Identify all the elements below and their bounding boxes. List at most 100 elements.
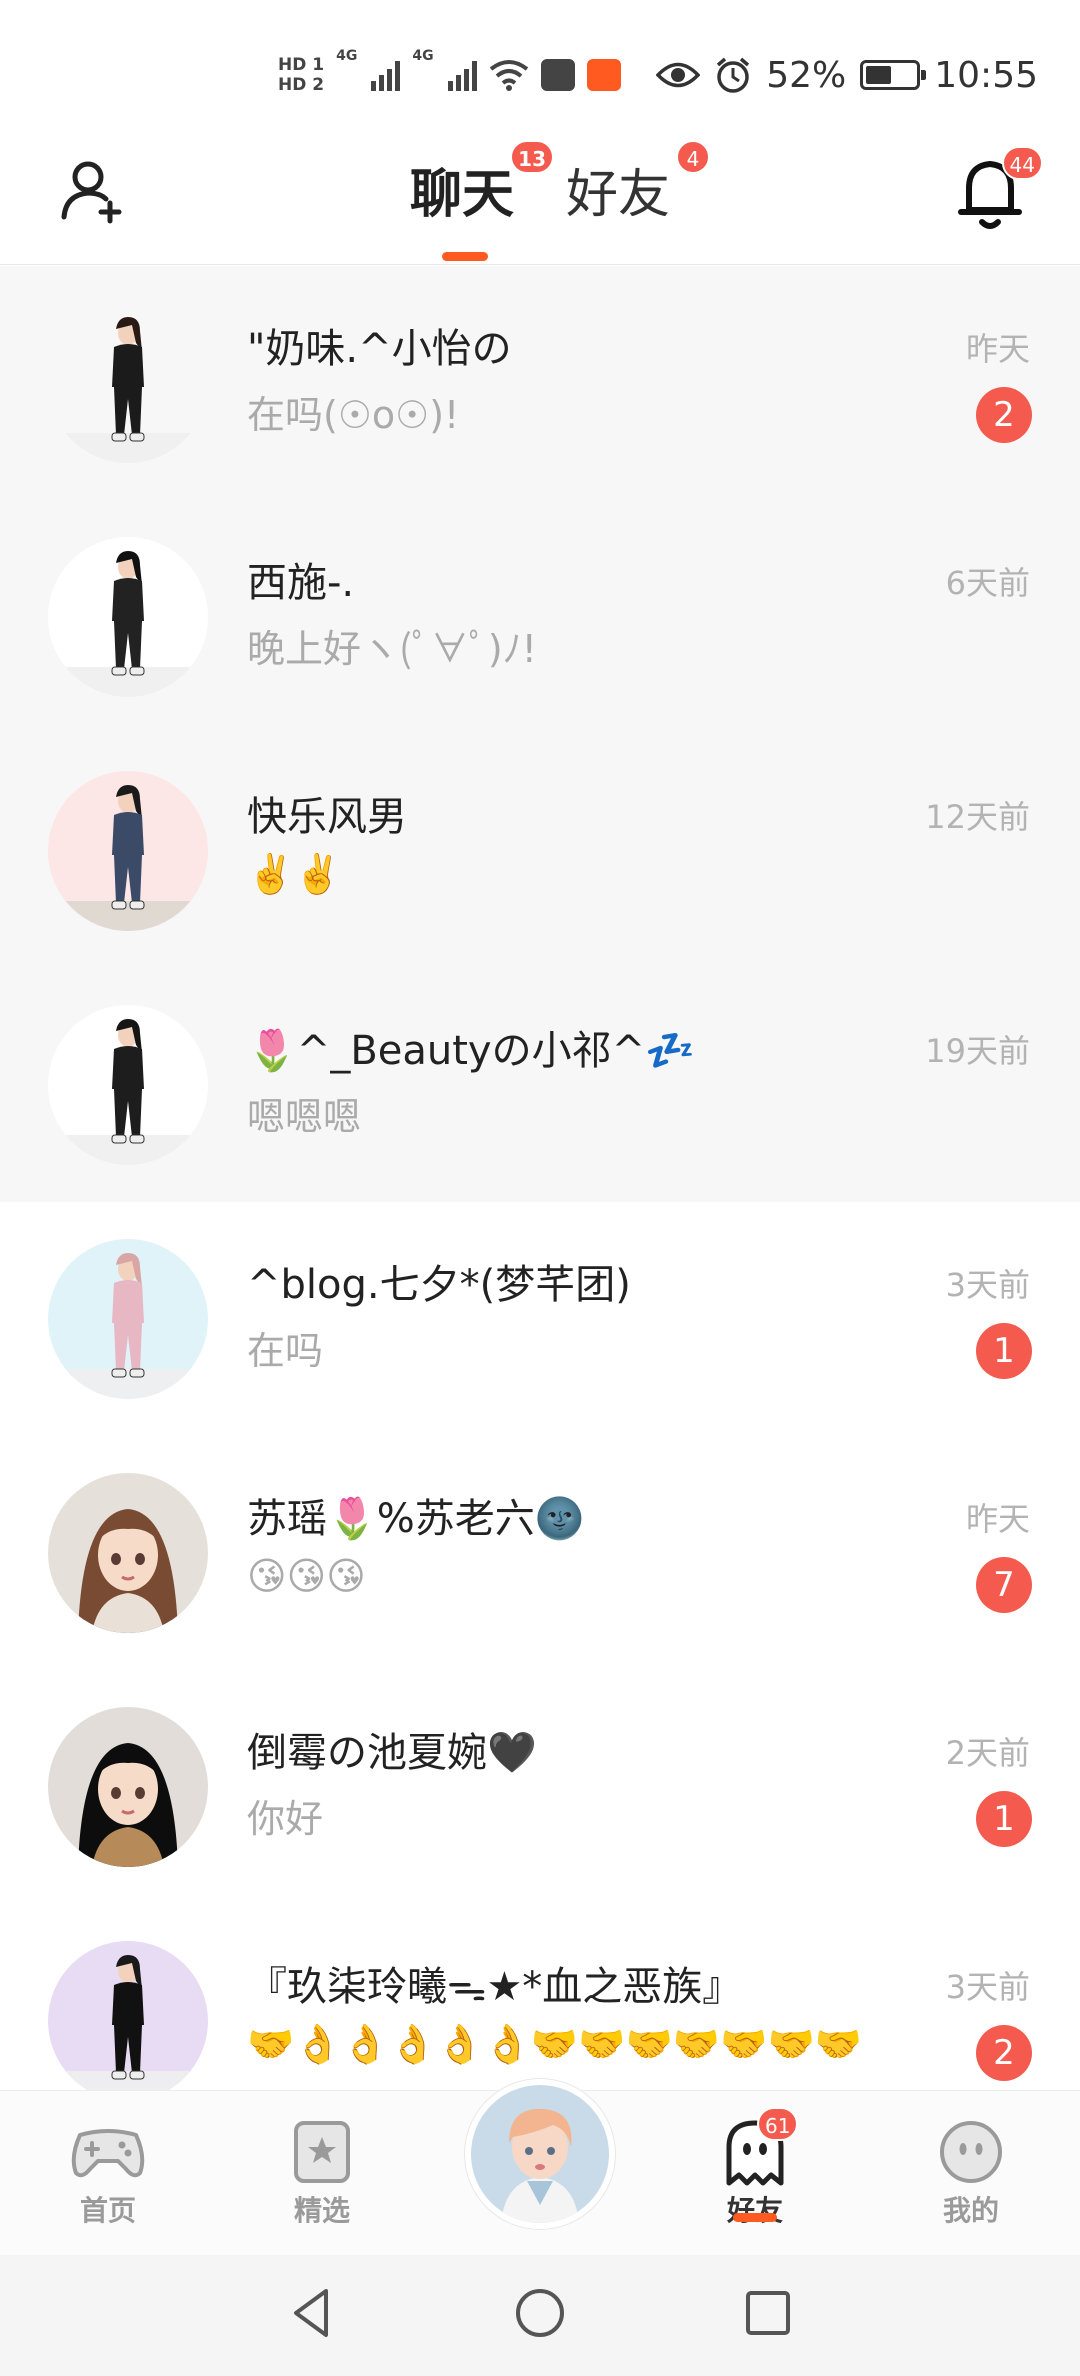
avatar xyxy=(48,771,208,931)
nav-friends-badge: 61 xyxy=(757,2107,799,2141)
nav-me[interactable]: 我的 xyxy=(911,2117,1031,2229)
avatar-image xyxy=(48,771,208,931)
chat-preview: 晚上好ヽ(ﾟ∀ﾟ)ﾉ! xyxy=(247,627,537,671)
chat-list: "奶味.^小怡の 在吗(☉o☉)! 昨天 2 西施-. 晚上好ヽ(ﾟ∀ﾟ)ﾉ! … xyxy=(0,266,1080,2090)
recents-icon[interactable] xyxy=(738,2283,798,2343)
status-right-icons: 52% 10:55 xyxy=(656,45,1038,105)
header: 聊天 13 好友 4 44 xyxy=(0,130,1080,265)
notification-badge: 44 xyxy=(1001,146,1043,180)
bottom-nav: 首页 精选 好友 61 我的 xyxy=(0,2079,1080,2255)
chat-time: 昨天 xyxy=(965,1500,1030,1538)
chat-item[interactable]: 『玖柒玲曦ᯓ★*血之恶族』 🤝👌👌👌👌👌🤝🤝🤝🤝🤝🤝🤝 3天前 2 xyxy=(0,1904,1080,2090)
avatar xyxy=(48,1707,208,1867)
active-nav-indicator xyxy=(733,2213,777,2222)
chat-item[interactable]: 🌷^_Beautyの小祁^💤 嗯嗯嗯 19天前 xyxy=(0,968,1080,1202)
chat-name: 西施-. xyxy=(247,560,355,606)
back-icon[interactable] xyxy=(282,2283,342,2343)
unread-badge: 2 xyxy=(976,387,1032,443)
chat-item[interactable]: 西施-. 晚上好ヽ(ﾟ∀ﾟ)ﾉ! 6天前 xyxy=(0,500,1080,734)
chat-name: 『玖柒玲曦ᯓ★*血之恶族』 xyxy=(247,1964,743,2010)
center-avatar-button[interactable] xyxy=(465,2079,615,2229)
avatar-image xyxy=(48,1473,208,1633)
avatar xyxy=(48,303,208,463)
tab-friends[interactable]: 好友 4 xyxy=(566,140,711,227)
app-notification-icon xyxy=(540,59,575,91)
signal-icon xyxy=(447,59,477,91)
unread-badge: 1 xyxy=(976,1323,1032,1379)
chat-item[interactable]: 倒霉の池夏婉🖤 你好 2天前 1 xyxy=(0,1670,1080,1904)
notification-button[interactable]: 44 xyxy=(955,146,1043,232)
chat-time: 2天前 xyxy=(945,1734,1030,1772)
hd-indicator: HD 1 HD 2 xyxy=(278,55,324,95)
status-bar: HD 1 HD 2 4G 4G 52% 10:55 xyxy=(0,0,1080,130)
avatar-image xyxy=(48,1941,208,2090)
chat-name: 快乐风男 xyxy=(247,794,407,840)
wifi-icon xyxy=(489,60,528,91)
chat-item[interactable]: "奶味.^小怡の 在吗(☉o☉)! 昨天 2 xyxy=(0,266,1080,500)
avatar xyxy=(48,1005,208,1165)
avatar-image xyxy=(471,2085,609,2223)
nav-home[interactable]: 首页 xyxy=(48,2117,168,2229)
avatar-image xyxy=(48,1707,208,1867)
chat-name: 苏瑶🌷%苏老六🌚 xyxy=(247,1496,585,1542)
battery-fill xyxy=(866,66,892,84)
chat-item[interactable]: 快乐风男 ✌️✌️ 12天前 xyxy=(0,734,1080,968)
star-badge-icon xyxy=(294,2121,350,2183)
nav-me-label: 我的 xyxy=(942,2194,999,2227)
chat-time: 19天前 xyxy=(925,1032,1030,1070)
avatar-image xyxy=(48,1239,208,1399)
status-left-icons: HD 1 HD 2 4G 4G xyxy=(278,40,621,110)
avatar-image xyxy=(48,303,208,463)
eye-icon xyxy=(656,62,701,88)
chat-preview: 你好 xyxy=(247,1797,324,1841)
chat-preview: 😘😘😘 xyxy=(247,1554,366,1598)
hd2-label: HD 2 xyxy=(278,75,325,95)
chat-time: 6天前 xyxy=(945,564,1030,602)
chat-time: 昨天 xyxy=(965,330,1030,368)
chat-preview: 嗯嗯嗯 xyxy=(247,1095,362,1139)
chat-time: 3天前 xyxy=(945,1266,1030,1304)
avatar xyxy=(48,537,208,697)
tab-chat-badge: 13 xyxy=(510,140,555,174)
chat-name: ^blog.七夕*(梦芊团) xyxy=(247,1262,631,1308)
chat-time: 12天前 xyxy=(925,798,1030,836)
nav-featured[interactable]: 精选 xyxy=(262,2117,382,2229)
chat-item[interactable]: ^blog.七夕*(梦芊团) 在吗 3天前 1 xyxy=(0,1202,1080,1436)
avatar xyxy=(48,1473,208,1633)
chat-name: "奶味.^小怡の xyxy=(247,326,512,372)
hd1-label: HD 1 xyxy=(278,55,325,75)
home-icon[interactable] xyxy=(510,2283,570,2343)
active-tab-indicator xyxy=(442,252,488,261)
nav-friends-label: 好友 xyxy=(726,2194,783,2227)
tab-friends-badge: 4 xyxy=(676,140,711,174)
chat-name: 🌷^_Beautyの小祁^💤 xyxy=(247,1028,695,1074)
network-type-1: 4G xyxy=(336,48,358,64)
battery-icon xyxy=(860,60,927,90)
signal-icon xyxy=(371,59,401,91)
kuaishou-icon xyxy=(586,59,621,91)
nav-home-label: 首页 xyxy=(79,2194,136,2227)
chat-name: 倒霉の池夏婉🖤 xyxy=(247,1730,537,1776)
battery-percent: 52% xyxy=(766,54,847,96)
unread-badge: 2 xyxy=(976,2025,1032,2081)
unread-badge: 1 xyxy=(976,1791,1032,1847)
chat-preview: ✌️✌️ xyxy=(247,852,342,896)
system-nav-bar xyxy=(0,2255,1080,2376)
tab-chat-label: 聊天 xyxy=(410,165,515,225)
chat-time: 3天前 xyxy=(945,1968,1030,2006)
network-type-2: 4G xyxy=(412,48,434,64)
tab-friends-label: 好友 xyxy=(566,165,671,225)
unread-badge: 7 xyxy=(976,1557,1032,1613)
avatar xyxy=(48,1941,208,2090)
avatar xyxy=(48,1239,208,1399)
chat-preview: 在吗 xyxy=(247,1329,324,1373)
face-icon xyxy=(940,2121,1002,2183)
tab-chat[interactable]: 聊天 13 xyxy=(410,140,555,227)
nav-featured-label: 精选 xyxy=(293,2194,350,2227)
gamepad-icon xyxy=(71,2129,145,2178)
chat-preview: 在吗(☉o☉)! xyxy=(247,393,460,437)
chat-item[interactable]: 苏瑶🌷%苏老六🌚 😘😘😘 昨天 7 xyxy=(0,1436,1080,1670)
chat-preview: 🤝👌👌👌👌👌🤝🤝🤝🤝🤝🤝🤝 xyxy=(247,2022,863,2066)
add-friend-icon[interactable] xyxy=(58,155,128,225)
avatar-image xyxy=(48,1005,208,1165)
